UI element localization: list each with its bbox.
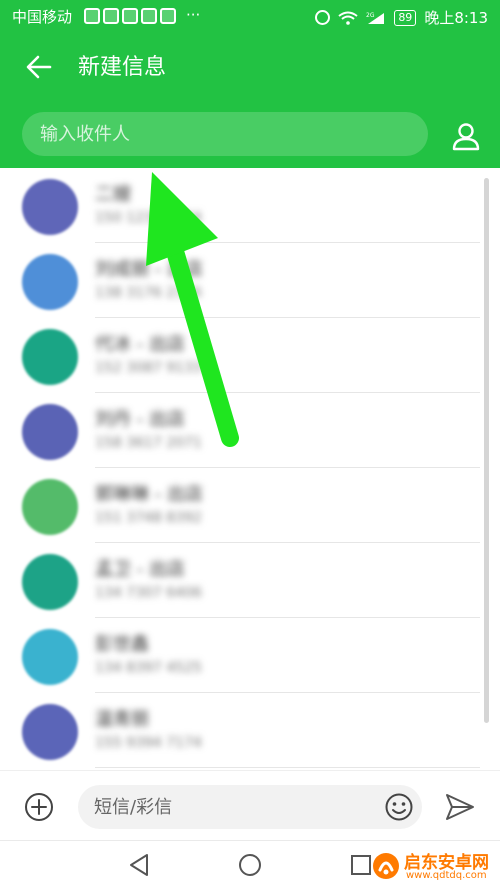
avatar <box>22 554 78 610</box>
more-notifications: ··· <box>186 6 201 24</box>
carrier-label: 中国移动 <box>12 8 73 26</box>
send-icon[interactable] <box>444 792 476 822</box>
notification-app-icon <box>160 8 176 24</box>
contact-number: 152 3087 9133 <box>95 360 202 376</box>
battery-indicator: 89 <box>394 9 417 26</box>
nav-recent-icon[interactable] <box>350 854 372 876</box>
clock: 晚上8:13 <box>424 9 488 27</box>
nav-home-icon[interactable] <box>238 853 262 877</box>
contact-name: 二嫂 <box>95 184 131 205</box>
contact-name: 彭世鑫 <box>95 634 149 655</box>
watermark-url: www.qdtdq.com <box>406 870 487 881</box>
contact-row[interactable]: 代冰 - 出店 152 3087 9133 <box>0 318 480 393</box>
network-type: 2G <box>366 12 375 19</box>
contact-row[interactable]: 刘成丽 - 出店 138 3176 2346 <box>0 243 480 318</box>
notification-app-icon <box>122 8 138 24</box>
watermark: 启东安卓网 www.qdtdq.com <box>372 846 496 886</box>
contact-row[interactable]: 彭世鑫 134 8397 4525 <box>0 618 480 693</box>
signal-icon: 2G <box>366 12 385 24</box>
contact-row[interactable]: 刘丹 - 出店 158 3617 2071 <box>0 393 480 468</box>
contact-number: 151 3748 8392 <box>95 510 202 526</box>
status-right: 2G 89 晚上8:13 <box>315 7 488 28</box>
contact-number: 150 1234 5684 <box>95 210 202 226</box>
contact-row[interactable]: 郭琳琳 - 出店 151 3748 8392 <box>0 468 480 543</box>
avatar <box>22 704 78 760</box>
contact-name: 郭琳琳 - 出店 <box>95 484 203 505</box>
contact-name: 温青丽 <box>95 709 149 730</box>
contact-name: 孟卫 - 出店 <box>95 559 185 580</box>
avatar <box>22 329 78 385</box>
avatar <box>22 179 78 235</box>
watermark-logo-icon <box>373 853 399 879</box>
status-bar: 中国移动 ··· 2G 89 晚上8:13 <box>0 0 500 36</box>
row-divider <box>95 767 480 768</box>
avatar <box>22 404 78 460</box>
app-bar: 新建信息 <box>0 36 500 168</box>
contact-list: 二嫂 150 1234 5684 刘成丽 - 出店 138 3176 2346 代冰 -… <box>0 168 500 768</box>
contact-number: 134 7307 6406 <box>95 585 202 601</box>
emoji-icon[interactable] <box>384 792 414 822</box>
contact-number: 158 3617 2071 <box>95 435 202 451</box>
notification-app-icon <box>103 8 119 24</box>
contact-row[interactable]: 二嫂 150 1234 5684 <box>0 168 480 243</box>
back-arrow-icon[interactable] <box>22 50 56 84</box>
contact-number: 134 8397 4525 <box>95 660 202 676</box>
avatar <box>22 479 78 535</box>
contact-row[interactable]: 温青丽 155 9394 7174 <box>0 693 480 768</box>
notification-app-icon <box>141 8 157 24</box>
notification-app-icon <box>84 8 100 24</box>
contact-row[interactable]: 孟卫 - 出店 134 7307 6406 <box>0 543 480 618</box>
compose-bar <box>0 770 500 840</box>
notification-icons <box>84 8 176 24</box>
contact-picker-icon[interactable] <box>450 120 482 152</box>
page-title: 新建信息 <box>78 55 167 80</box>
contact-number: 138 3176 2346 <box>95 285 202 301</box>
message-box <box>78 785 422 829</box>
wifi-icon <box>338 11 358 25</box>
avatar <box>22 629 78 685</box>
contact-name: 刘丹 - 出店 <box>95 409 185 430</box>
alarm-icon <box>315 10 331 25</box>
contact-name: 刘成丽 - 出店 <box>95 259 203 280</box>
recipient-input[interactable] <box>22 112 428 156</box>
scrollbar[interactable] <box>484 178 489 723</box>
contact-name: 代冰 - 出店 <box>95 334 185 355</box>
avatar <box>22 254 78 310</box>
nav-back-icon[interactable] <box>128 853 150 877</box>
contact-number: 155 9394 7174 <box>95 735 202 751</box>
add-icon[interactable] <box>24 792 54 822</box>
message-input[interactable] <box>94 785 374 829</box>
